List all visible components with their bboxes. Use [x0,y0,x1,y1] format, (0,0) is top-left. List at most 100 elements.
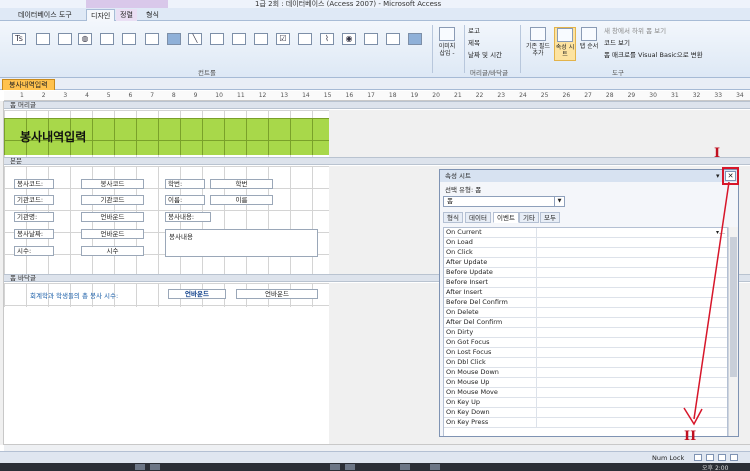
navigation-control-icon[interactable] [122,33,136,45]
ruler-number: 19 [410,92,419,99]
label-agency-name[interactable]: 기관명: [14,212,54,222]
footer-unbound-box[interactable]: 언바운드 [236,289,318,299]
control-hours[interactable]: 시수 [81,246,144,256]
control-service-content[interactable]: 봉사내용 [165,229,318,257]
form-header-section-bar[interactable]: 폼 머리글 [4,101,750,109]
label-hours[interactable]: 시수: [14,246,54,256]
property-sheet-button[interactable]: 속성 시트 [554,27,576,61]
ruler-number: 12 [258,92,267,99]
object-selector[interactable]: 폼 ▼ [443,196,565,207]
title-button[interactable]: 제목 [468,37,480,47]
label-service-content[interactable]: 봉사내용: [165,212,211,222]
control-agency-code[interactable]: 기관코드 [81,195,144,205]
design-view-button[interactable] [718,454,726,461]
horizontal-ruler: 1 2 3 4 5 6 7 8 9 10 11 12 13 14 15 16 17 18 19 20 21 22 23 24 2… [4,91,750,101]
empty-canvas [329,110,750,157]
ruler-number: 15 [323,92,332,99]
check-box-icon[interactable]: ☑ [276,33,290,45]
taskbar-app-icon[interactable] [345,464,355,470]
taskbar-app-icon[interactable] [150,464,160,470]
label-control-icon[interactable] [36,33,50,45]
ruler-number: 5 [106,92,111,99]
column-divider [536,258,537,267]
control-service-code[interactable]: 봉사코드 [81,179,144,189]
rectangle-control-icon[interactable] [254,33,268,45]
toggle-button-icon[interactable] [210,33,224,45]
label-agency-code[interactable]: 기관코드: [14,195,54,205]
event-property-name: Before Insert [446,278,488,286]
property-tab-format[interactable]: 형식 [443,212,463,223]
add-existing-fields-button[interactable]: 기존 필드 추가 [524,27,552,61]
control-student-id[interactable]: 학번 [210,179,273,189]
detail-section-label: 본문 [10,157,22,165]
insert-image-button[interactable]: 이미지 삽입 - [436,27,458,61]
option-button-icon[interactable]: ◉ [342,33,356,45]
subform-icon[interactable] [364,33,378,45]
taskbar-app-icon[interactable] [330,464,340,470]
taskbar-app-icon[interactable] [430,464,440,470]
convert-macro-button[interactable]: 폼 매크로를 Visual Basic으로 변환 [604,49,703,59]
taskbar-app-icon[interactable] [400,464,410,470]
text-box-control-icon[interactable]: Ts [12,33,26,45]
label-service-date[interactable]: 봉사날짜: [14,229,54,239]
tab-design[interactable]: 디자인 [86,9,116,21]
ruler-number: 2 [41,92,46,99]
layout-view-button[interactable] [706,454,714,461]
group-separator [464,25,465,73]
logo-button[interactable]: 로고 [468,25,480,35]
event-property-name: On Load [446,238,473,246]
line-control-icon[interactable]: ╲ [188,33,202,45]
form-header-section-label: 폼 머리글 [10,101,36,109]
attachment-icon[interactable]: ⌇ [320,33,334,45]
property-tab-all[interactable]: 모두 [540,212,560,223]
label-student-id[interactable]: 학번: [165,179,205,189]
tab-format[interactable]: 형식 [142,9,163,21]
ruler-number: 28 [605,92,614,99]
ruler-number: 34 [736,92,744,99]
ruler-number: 3 [63,92,68,99]
button-control-icon[interactable] [58,33,72,45]
unbound-object-icon[interactable] [298,33,312,45]
column-divider [536,318,537,327]
image-control-icon[interactable] [408,33,422,45]
form-view-button[interactable] [694,454,702,461]
document-tab[interactable]: 봉사내역입력 [2,79,55,90]
event-property-name: On Mouse Down [446,368,499,376]
chart-control-icon[interactable] [167,33,181,45]
context-tab-header [86,0,168,8]
taskbar-app-icon[interactable] [135,464,145,470]
chevron-down-icon[interactable]: ▼ [554,197,564,206]
label-service-code[interactable]: 봉사코드: [14,179,54,189]
option-group-icon[interactable] [145,33,159,45]
form-title-label[interactable]: 봉사내역입력 [20,128,86,145]
detail-section-bar[interactable]: 본문 [4,157,750,165]
view-code-button[interactable]: 코드 보기 [604,37,630,47]
date-time-button[interactable]: 날짜 및 시간 [468,49,502,59]
hyperlink-control-icon[interactable]: ◍ [78,33,92,45]
tab-order-button[interactable]: 탭 순서 [578,27,600,61]
control-name[interactable]: 이름 [210,195,273,205]
bound-object-icon[interactable] [386,33,400,45]
control-agency-name[interactable]: 언바운드 [81,212,144,222]
property-tab-event[interactable]: 이벤트 [493,212,519,223]
web-browser-control-icon[interactable] [100,33,114,45]
tab-database-tools[interactable]: 데이터베이스 도구 [14,9,76,21]
event-property-name: On Mouse Move [446,388,498,396]
footer-total-hours-label[interactable]: 회계학과 학생들의 총 봉사 시수: [30,290,118,300]
group-separator [432,25,433,73]
property-tab-data[interactable]: 데이터 [465,212,491,223]
tab-arrange[interactable]: 정렬 [116,9,137,21]
new-window-subform-button[interactable]: 새 창에서 하위 폼 보기 [604,25,666,35]
control-service-date[interactable]: 언바운드 [81,229,144,239]
horizontal-scrollbar[interactable] [4,444,750,451]
property-tab-other[interactable]: 기타 [519,212,539,223]
controls-group-label: 컨트롤 [198,69,216,77]
datasheet-view-button[interactable] [730,454,738,461]
ruler-number: 9 [193,92,198,99]
footer-total-hours-control[interactable]: 언바운드 [168,289,226,299]
property-sheet-icon [557,28,573,42]
column-divider [536,398,537,407]
list-box-icon[interactable] [232,33,246,45]
ruler-number: 32 [692,92,701,99]
label-name[interactable]: 이름: [165,195,205,205]
